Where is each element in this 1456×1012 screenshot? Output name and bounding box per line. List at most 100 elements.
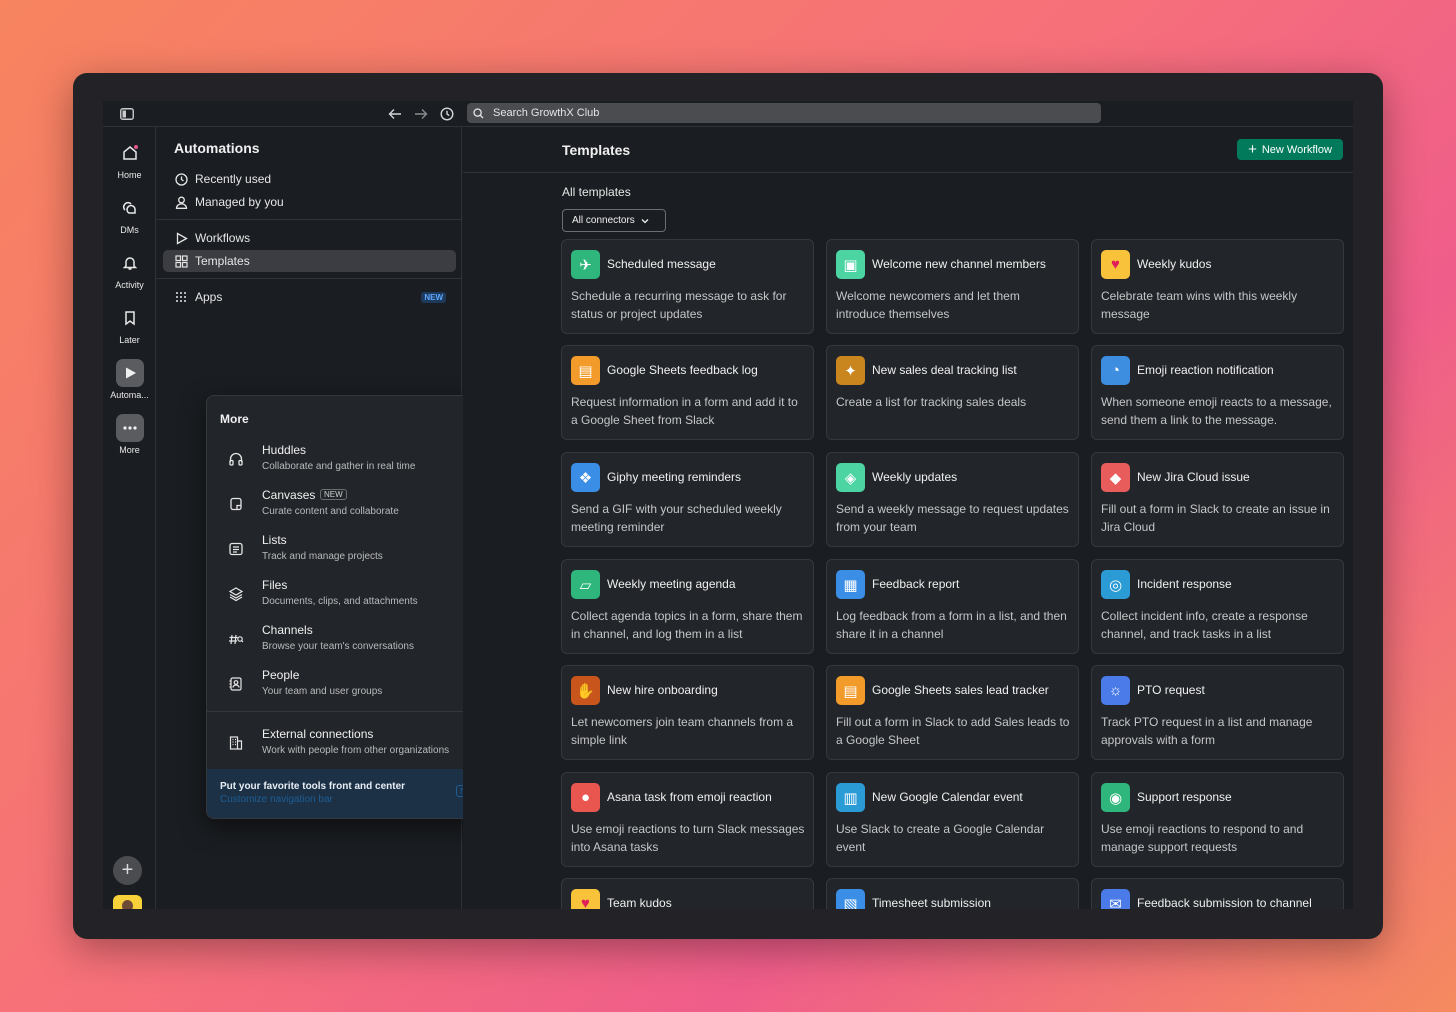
more-menu-divider bbox=[207, 711, 497, 712]
rail-label: Activity bbox=[115, 280, 144, 290]
template-card[interactable]: ● Asana task from emoji reaction Use emoji… bbox=[561, 772, 814, 867]
more-item-external-connections[interactable]: External connections Work with people fr… bbox=[207, 724, 497, 764]
report-icon: ▦ bbox=[836, 570, 865, 599]
template-card[interactable]: ▣ Welcome new channel members Welcome newc… bbox=[826, 239, 1079, 334]
back-arrow-icon[interactable] bbox=[385, 104, 405, 124]
more-item-desc: Your team and user groups bbox=[262, 686, 383, 697]
customize-nav-link[interactable]: Customize navigation bar bbox=[220, 794, 333, 805]
template-card-title: Support response bbox=[1137, 790, 1232, 804]
building-icon bbox=[227, 734, 245, 752]
more-item-title: Files bbox=[262, 578, 288, 592]
more-item-desc: Work with people from other organization… bbox=[262, 745, 450, 756]
template-card[interactable]: ▤ Google Sheets sales lead tracker Fill ou… bbox=[826, 665, 1079, 760]
channels-icon bbox=[227, 630, 245, 648]
left-rail: Home DMs Activity Later Automa... More + bbox=[103, 127, 156, 909]
dms-icon bbox=[116, 194, 144, 222]
template-card-title: Feedback submission to channel bbox=[1137, 896, 1312, 909]
template-card-title: Emoji reaction notification bbox=[1137, 363, 1274, 377]
template-card-title: Scheduled message bbox=[607, 257, 716, 271]
section-label: All templates bbox=[562, 185, 631, 199]
deal-icon: ✦ bbox=[836, 356, 865, 385]
template-card[interactable]: ▱ Weekly meeting agenda Collect agenda top… bbox=[561, 559, 814, 654]
customize-nav-banner[interactable]: Put your favorite tools front and center… bbox=[207, 769, 497, 818]
template-card[interactable]: ❖ Giphy meeting reminders Send a GIF with … bbox=[561, 452, 814, 547]
template-card-desc: Track PTO request in a list and manage a… bbox=[1101, 715, 1313, 747]
sidebar-item-apps[interactable]: Apps NEW bbox=[163, 286, 456, 308]
person-icon bbox=[173, 194, 189, 210]
rail-item-more[interactable]: More bbox=[103, 414, 156, 455]
rail-item-home[interactable]: Home bbox=[103, 139, 156, 180]
template-card[interactable]: ◔ Emoji reaction notification When someone… bbox=[1091, 345, 1344, 440]
template-card[interactable]: ▧ Timesheet submission bbox=[826, 878, 1079, 909]
template-card[interactable]: ☼ PTO request Track PTO request in a list … bbox=[1091, 665, 1344, 760]
more-item-title: External connections bbox=[262, 727, 374, 741]
more-item-huddles[interactable]: Huddles Collaborate and gather in real t… bbox=[207, 440, 497, 480]
template-card[interactable]: ♥ Weekly kudos Celebrate team wins with th… bbox=[1091, 239, 1344, 334]
template-card-title: New hire onboarding bbox=[607, 683, 718, 697]
template-card[interactable]: ◈ Weekly updates Send a weekly message to … bbox=[826, 452, 1079, 547]
new-badge: NEW bbox=[320, 489, 347, 500]
template-card-desc: Use Slack to create a Google Calendar ev… bbox=[836, 822, 1045, 854]
more-item-desc: Curate content and collaborate bbox=[262, 506, 399, 517]
template-card[interactable]: ◎ Incident response Collect incident info,… bbox=[1091, 559, 1344, 654]
rail-item-later[interactable]: Later bbox=[103, 304, 156, 345]
template-card[interactable]: ✈ Scheduled message Schedule a recurring m… bbox=[561, 239, 814, 334]
template-card-title: Feedback report bbox=[872, 577, 960, 591]
list-icon bbox=[227, 540, 245, 558]
more-item-files[interactable]: Files Documents, clips, and attachments bbox=[207, 575, 497, 615]
add-button[interactable]: + bbox=[113, 856, 142, 885]
rail-item-dms[interactable]: DMs bbox=[103, 194, 156, 235]
sidebar-item-managed-by-you[interactable]: Managed by you bbox=[163, 191, 456, 213]
rail-item-automations[interactable]: Automa... bbox=[103, 359, 156, 400]
template-card-title: Welcome new channel members bbox=[872, 257, 1046, 271]
rail-item-activity[interactable]: Activity bbox=[103, 249, 156, 290]
sidebar-item-templates[interactable]: Templates bbox=[163, 250, 456, 272]
sidebar-divider bbox=[156, 278, 462, 279]
template-card[interactable]: ▥ New Google Calendar event Use Slack to c… bbox=[826, 772, 1079, 867]
history-icon[interactable] bbox=[437, 104, 457, 124]
top-bar: Search GrowthX Club bbox=[103, 101, 1353, 127]
sidebar-item-label: Templates bbox=[195, 254, 250, 268]
sidebar-title: Automations bbox=[174, 140, 260, 156]
sidebar-item-recently-used[interactable]: Recently used bbox=[163, 168, 456, 190]
connector-filter-label: All connectors bbox=[572, 215, 635, 226]
feedback-icon: ✉ bbox=[1101, 889, 1130, 909]
template-card[interactable]: ✉ Feedback submission to channel bbox=[1091, 878, 1344, 909]
more-item-people[interactable]: People Your team and user groups bbox=[207, 665, 497, 705]
slack-app: Search GrowthX Club Home DMs Activity La… bbox=[103, 101, 1353, 909]
template-card-desc: Welcome newcomers and let them introduce… bbox=[836, 289, 1020, 321]
more-item-channels[interactable]: Channels Browse your team's conversation… bbox=[207, 620, 497, 660]
template-card-desc: Use emoji reactions to turn Slack messag… bbox=[571, 822, 805, 854]
pto-icon: ☼ bbox=[1101, 676, 1130, 705]
template-card[interactable]: ▦ Feedback report Log feedback from a form… bbox=[826, 559, 1079, 654]
template-card[interactable]: ◆ New Jira Cloud issue Fill out a form in … bbox=[1091, 452, 1344, 547]
play-icon bbox=[115, 359, 144, 387]
connector-filter-dropdown[interactable]: All connectors bbox=[562, 209, 666, 232]
forward-arrow-icon[interactable] bbox=[411, 104, 431, 124]
template-card[interactable]: ▤ Google Sheets feedback log Request infor… bbox=[561, 345, 814, 440]
new-workflow-label: New Workflow bbox=[1261, 143, 1332, 156]
sidebar-item-workflows[interactable]: Workflows bbox=[163, 227, 456, 249]
home-icon bbox=[116, 139, 144, 167]
sidebar-toggle-icon[interactable] bbox=[117, 104, 137, 124]
page-title: Templates bbox=[562, 142, 631, 158]
avatar[interactable] bbox=[113, 895, 142, 909]
template-card-desc: Create a list for tracking sales deals bbox=[836, 395, 1027, 409]
template-card-title: Weekly kudos bbox=[1137, 257, 1212, 271]
template-card[interactable]: ♥ Team kudos bbox=[561, 878, 814, 909]
template-card[interactable]: ◉ Support response Use emoji reactions to … bbox=[1091, 772, 1344, 867]
template-card[interactable]: ✋ New hire onboarding Let newcomers join t… bbox=[561, 665, 814, 760]
search-input[interactable]: Search GrowthX Club bbox=[467, 103, 1101, 123]
template-card-desc: Celebrate team wins with this weekly mes… bbox=[1101, 289, 1298, 321]
more-item-lists[interactable]: Lists Track and manage projects bbox=[207, 530, 497, 570]
new-badge: NEW bbox=[421, 291, 446, 303]
template-card[interactable]: ✦ New sales deal tracking list Create a li… bbox=[826, 345, 1079, 440]
template-card-desc: Log feedback from a form in a list, and … bbox=[836, 609, 1067, 641]
more-item-title: People bbox=[262, 668, 300, 682]
template-card-title: Giphy meeting reminders bbox=[607, 470, 742, 484]
sidebar-item-label: Workflows bbox=[195, 231, 251, 245]
more-item-canvases[interactable]: Canvases NEW Curate content and collabor… bbox=[207, 485, 497, 525]
eyes-icon: ◉ bbox=[1101, 783, 1130, 812]
more-menu-panel: More Huddles Collaborate and gather in r… bbox=[206, 395, 498, 819]
new-workflow-button[interactable]: + New Workflow bbox=[1237, 139, 1343, 160]
